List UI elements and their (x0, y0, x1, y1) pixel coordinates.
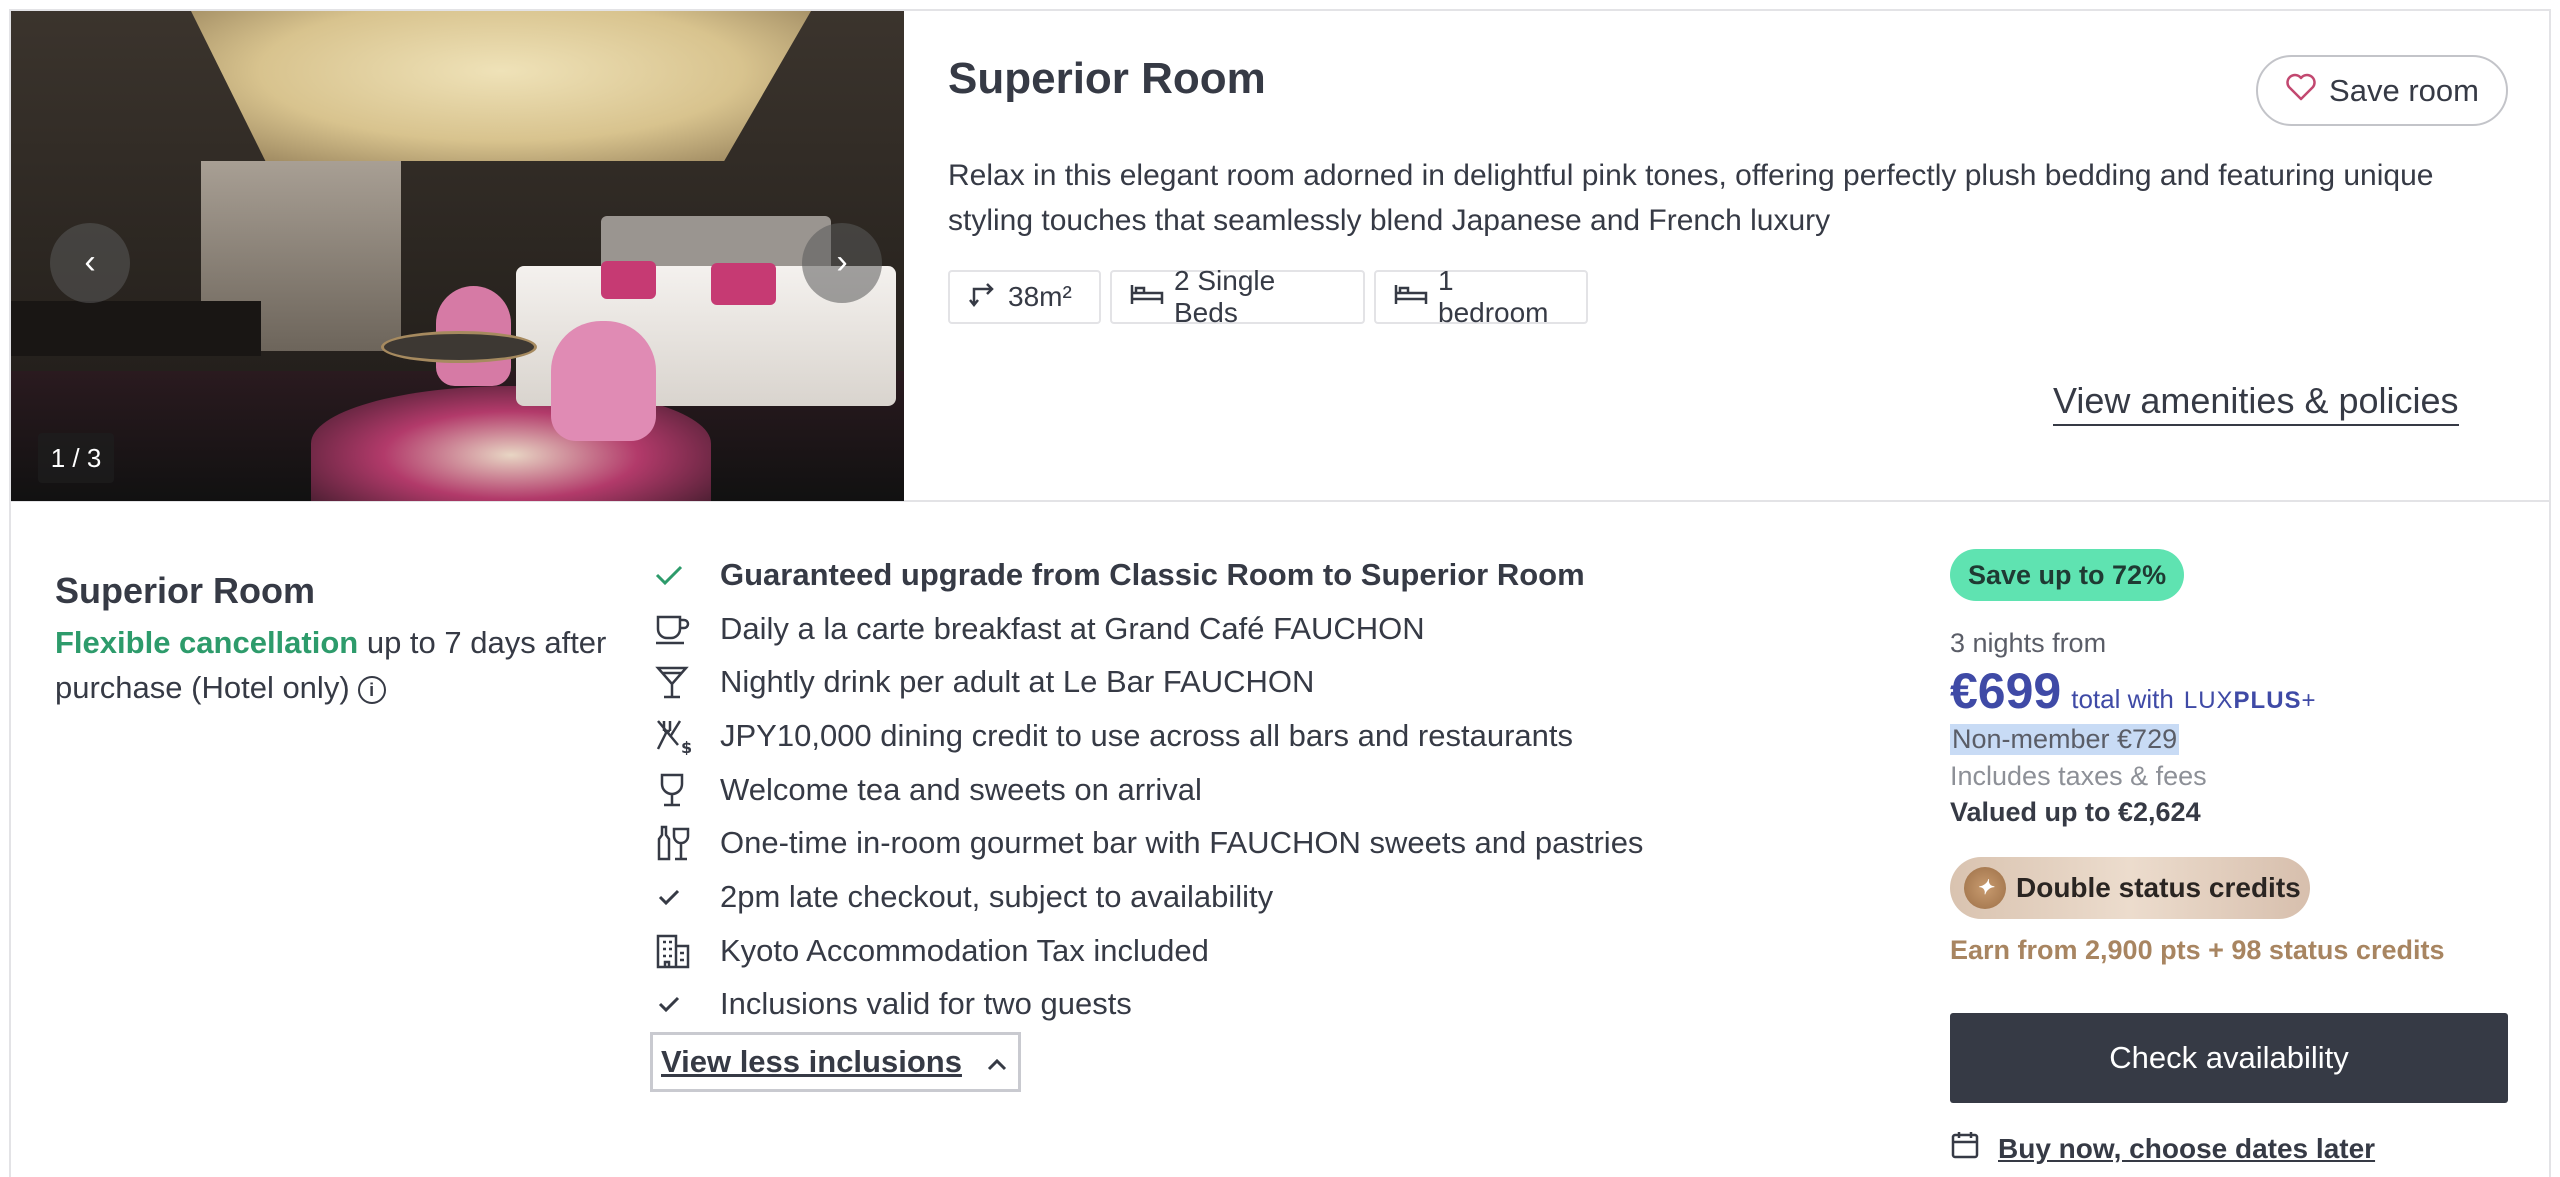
wine-glass-icon (654, 770, 706, 810)
room-photo-carousel[interactable]: ‹ › 1 / 3 (11, 11, 904, 501)
size-arrow-icon (968, 279, 998, 316)
inclusion-item: Welcome tea and sweets on arrival (654, 763, 1643, 817)
double-status-credits-badge: ✦ Double status credits (1950, 857, 2310, 919)
status-medal-icon: ✦ (1964, 867, 2006, 909)
svg-text:$: $ (681, 738, 692, 755)
nights-label: 3 nights from (1950, 628, 2107, 658)
photo-desk (11, 301, 261, 356)
cocktail-icon (654, 662, 706, 702)
photo-table (381, 331, 537, 363)
view-amenities-link[interactable]: View amenities & policies (2053, 380, 2459, 426)
inclusion-label: Nightly drink per adult at Le Bar FAUCHO… (720, 664, 1315, 700)
bottle-glass-icon (654, 823, 706, 863)
inclusion-label: Kyoto Accommodation Tax included (720, 932, 1209, 968)
save-room-label: Save room (2329, 72, 2479, 108)
check-icon (654, 555, 706, 595)
inclusion-item: Daily a la carte breakfast at Grand Café… (654, 602, 1643, 656)
view-less-inclusions-button[interactable]: View less inclusions (650, 1032, 1021, 1092)
non-member-price: Non-member €729 (1950, 724, 2180, 755)
inclusion-label: Daily a la carte breakfast at Grand Café… (720, 610, 1425, 646)
check-icon (654, 984, 706, 1024)
option-title: Superior Room (55, 570, 316, 611)
buy-now-label: Buy now, choose dates later (1998, 1132, 2376, 1164)
photo-pillow (601, 261, 656, 299)
inclusion-item: Nightly drink per adult at Le Bar FAUCHO… (654, 655, 1643, 709)
inclusion-item: One-time in-room gourmet bar with FAUCHO… (654, 816, 1643, 870)
inclusion-item: 2pm late checkout, subject to availabili… (654, 870, 1643, 924)
dining-credit-icon: $ (654, 716, 706, 756)
inclusion-label: JPY10,000 dining credit to use across al… (720, 717, 1573, 753)
inclusion-label: Inclusions valid for two guests (720, 986, 1132, 1022)
bed-icon (1130, 281, 1164, 313)
inclusions-list: Guaranteed upgrade from Classic Room to … (654, 548, 1643, 1031)
coffee-cup-icon (654, 609, 706, 649)
info-icon[interactable]: i (357, 675, 386, 704)
member-price: €699 (1950, 663, 2062, 719)
chevron-up-icon (986, 1044, 1008, 1080)
calendar-icon (1950, 1130, 1980, 1167)
price-row: €699 total with LUXPLUS+ (1950, 662, 2317, 720)
valued-price: Valued up to €2,624 (1950, 797, 2201, 827)
chevron-left-icon: ‹ (84, 243, 96, 281)
inclusion-item: Guaranteed upgrade from Classic Room to … (654, 548, 1643, 602)
carousel-counter: 1 / 3 (38, 433, 114, 483)
cancellation-policy: Flexible cancellation up to 7 days after… (55, 620, 615, 710)
carousel-next-button[interactable]: › (802, 223, 882, 303)
view-less-label: View less inclusions (661, 1044, 962, 1079)
building-icon (654, 931, 706, 971)
heart-icon (2285, 72, 2317, 110)
inclusion-label: One-time in-room gourmet bar with FAUCHO… (720, 825, 1644, 861)
feature-size: 38m² (948, 270, 1101, 324)
credits-label: Double status credits (2016, 872, 2301, 903)
earn-points-text: Earn from 2,900 pts + 98 status credits (1950, 935, 2445, 965)
flexible-cancellation-label: Flexible cancellation (55, 625, 359, 660)
luxplus-part: + (2301, 687, 2317, 714)
taxes-note: Includes taxes & fees (1950, 761, 2207, 791)
buy-now-link[interactable]: Buy now, choose dates later (1950, 1130, 2375, 1167)
room-title: Superior Room (948, 54, 1266, 103)
room-description: Relax in this elegant room adorned in de… (948, 159, 2434, 237)
photo-ceiling (191, 11, 811, 161)
inclusion-item: $ JPY10,000 dining credit to use across … (654, 709, 1643, 763)
feature-beds-label: 2 Single Beds (1174, 265, 1276, 328)
save-room-button[interactable]: Save room (2256, 55, 2508, 126)
bed-icon (1394, 281, 1428, 313)
price-suffix: total with (2071, 684, 2174, 714)
luxplus-part: PLUS (2233, 687, 2302, 714)
photo-pillow (711, 263, 776, 305)
carousel-prev-button[interactable]: ‹ (50, 223, 130, 303)
luxplus-part: LUX (2183, 687, 2234, 714)
feature-bedroom-label: 1 bedroom (1438, 265, 1549, 328)
feature-beds: 2 Single Beds (1110, 265, 1365, 328)
inclusion-label: Welcome tea and sweets on arrival (720, 771, 1202, 807)
photo-chair (551, 321, 656, 441)
inclusion-item: Inclusions valid for two guests (654, 978, 1643, 1032)
feature-size-label: 38m² (1008, 281, 1072, 312)
inclusion-item: Kyoto Accommodation Tax included (654, 924, 1643, 978)
inclusion-label: 2pm late checkout, subject to availabili… (720, 878, 1274, 914)
feature-bedroom: 1 bedroom (1374, 265, 1588, 328)
inclusion-label: Guaranteed upgrade from Classic Room to … (720, 556, 1585, 592)
save-percentage-badge: Save up to 72% (1950, 549, 2185, 601)
check-icon (654, 877, 706, 917)
chevron-right-icon: › (836, 243, 848, 281)
check-availability-button[interactable]: Check availability (1950, 1013, 2508, 1103)
luxplus-logo: LUXPLUS+ (2184, 687, 2317, 715)
